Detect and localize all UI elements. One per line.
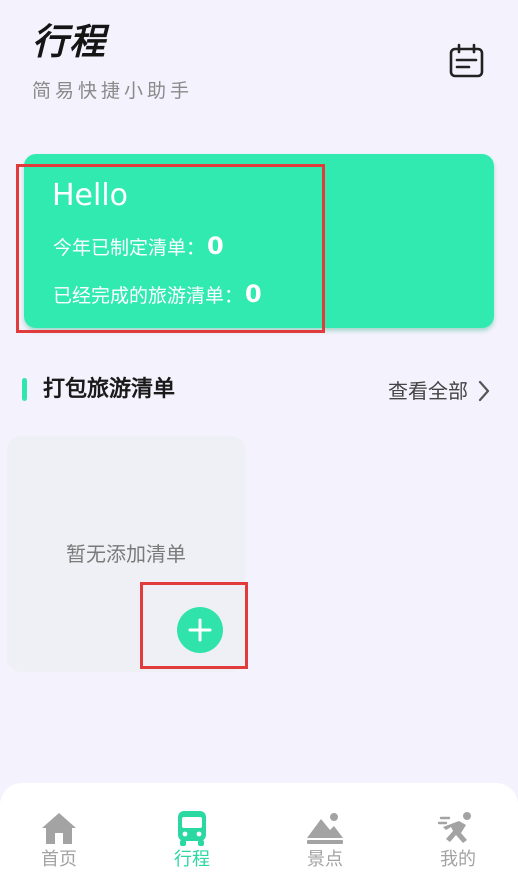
- empty-list-text: 暂无添加清单: [66, 542, 186, 566]
- plus-icon: [188, 618, 212, 642]
- tab-home-label: 首页: [41, 849, 77, 870]
- stat-created-value: 0: [207, 232, 224, 260]
- trip-page: 行程 简易快捷小助手 Hello 今年已制定清单：0 已经完成的旅游清单：0 打…: [0, 0, 518, 893]
- view-all-link[interactable]: 查看全部: [388, 376, 490, 406]
- stat-completed-label: 已经完成的旅游清单：: [53, 285, 244, 307]
- stat-completed-value: 0: [245, 280, 262, 308]
- tab-trip[interactable]: 行程: [137, 808, 247, 876]
- stat-created: 今年已制定清单：0: [53, 232, 224, 262]
- greeting-text: Hello: [52, 178, 129, 213]
- tab-trip-label: 行程: [174, 849, 210, 870]
- stat-created-label: 今年已制定清单：: [53, 237, 206, 259]
- view-all-label: 查看全部: [388, 379, 468, 403]
- calendar-button[interactable]: [446, 42, 488, 82]
- runner-icon: [437, 812, 471, 843]
- section-accent-bar: [22, 378, 27, 401]
- chevron-right-icon: [478, 380, 490, 402]
- home-icon: [42, 813, 76, 844]
- section-title: 打包旅游清单: [43, 377, 176, 402]
- mountain-icon: [307, 813, 343, 844]
- tab-attractions[interactable]: 景点: [270, 808, 380, 876]
- stat-completed: 已经完成的旅游清单：0: [53, 280, 262, 310]
- page-title: 行程: [32, 22, 107, 63]
- tab-mine-label: 我的: [440, 849, 476, 870]
- tab-home[interactable]: 首页: [4, 808, 114, 876]
- bus-icon: [178, 811, 206, 846]
- add-list-button[interactable]: [177, 607, 223, 653]
- calendar-icon: [449, 43, 484, 78]
- tab-attractions-label: 景点: [307, 849, 343, 870]
- tab-mine[interactable]: 我的: [403, 808, 513, 876]
- page-subtitle: 简易快捷小助手: [32, 80, 194, 102]
